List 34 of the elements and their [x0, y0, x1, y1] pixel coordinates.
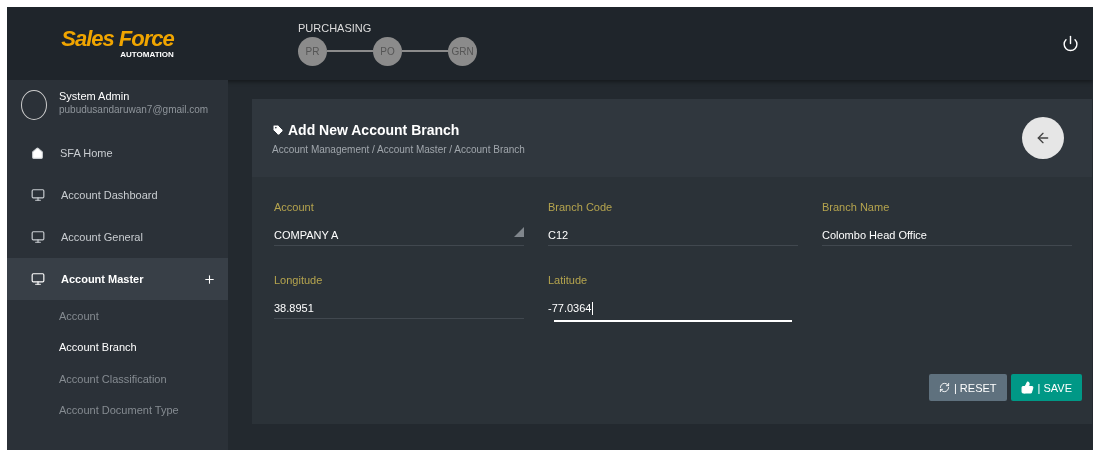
card-title: Add New Account Branch [288, 121, 460, 138]
monitor-icon [31, 188, 45, 202]
breadcrumb: Account Management / Account Master / Account Branch [272, 143, 526, 155]
workflow-title: PURCHASING [298, 21, 373, 34]
submenu-item[interactable]: Account Branch [7, 331, 228, 363]
back-button[interactable] [1022, 117, 1064, 159]
arrow-left-icon [1035, 130, 1051, 146]
refresh-icon [938, 382, 950, 393]
field-label: Longitude [274, 274, 324, 286]
power-icon[interactable] [1062, 35, 1079, 52]
dropdown-icon [514, 227, 524, 237]
monitor-icon [31, 272, 45, 286]
field-label: Branch Code [548, 201, 614, 213]
input-field[interactable]: C12 [548, 225, 798, 246]
home-icon [31, 146, 44, 160]
field-label: Account [274, 201, 315, 213]
field-label: Branch Name [822, 201, 891, 213]
input-field[interactable]: -77.0364 [548, 298, 798, 319]
tag-icon [272, 123, 284, 136]
select-field[interactable]: COMPANY A [274, 225, 524, 246]
monitor-icon [31, 230, 45, 244]
submenu-item[interactable]: Account Document Type [7, 394, 228, 426]
field-label: Latitude [548, 274, 589, 286]
logo: Sales Force AUTOMATION [60, 25, 175, 61]
user-email: pubudusandaruwan7@gmail.com [59, 104, 209, 115]
submenu-item[interactable]: Account Classification [7, 363, 228, 395]
thumbs-up-icon [1020, 381, 1034, 394]
save-button[interactable]: | SAVE [1010, 374, 1082, 401]
submenu-item[interactable]: Account [7, 300, 228, 332]
reset-button[interactable]: | RESET [928, 374, 1007, 401]
input-field[interactable]: 38.8951 [274, 298, 524, 319]
input-field[interactable]: Colombo Head Office [822, 225, 1072, 246]
sidebar-item[interactable]: Account Master [7, 258, 228, 300]
user-name: System Admin [59, 90, 131, 102]
